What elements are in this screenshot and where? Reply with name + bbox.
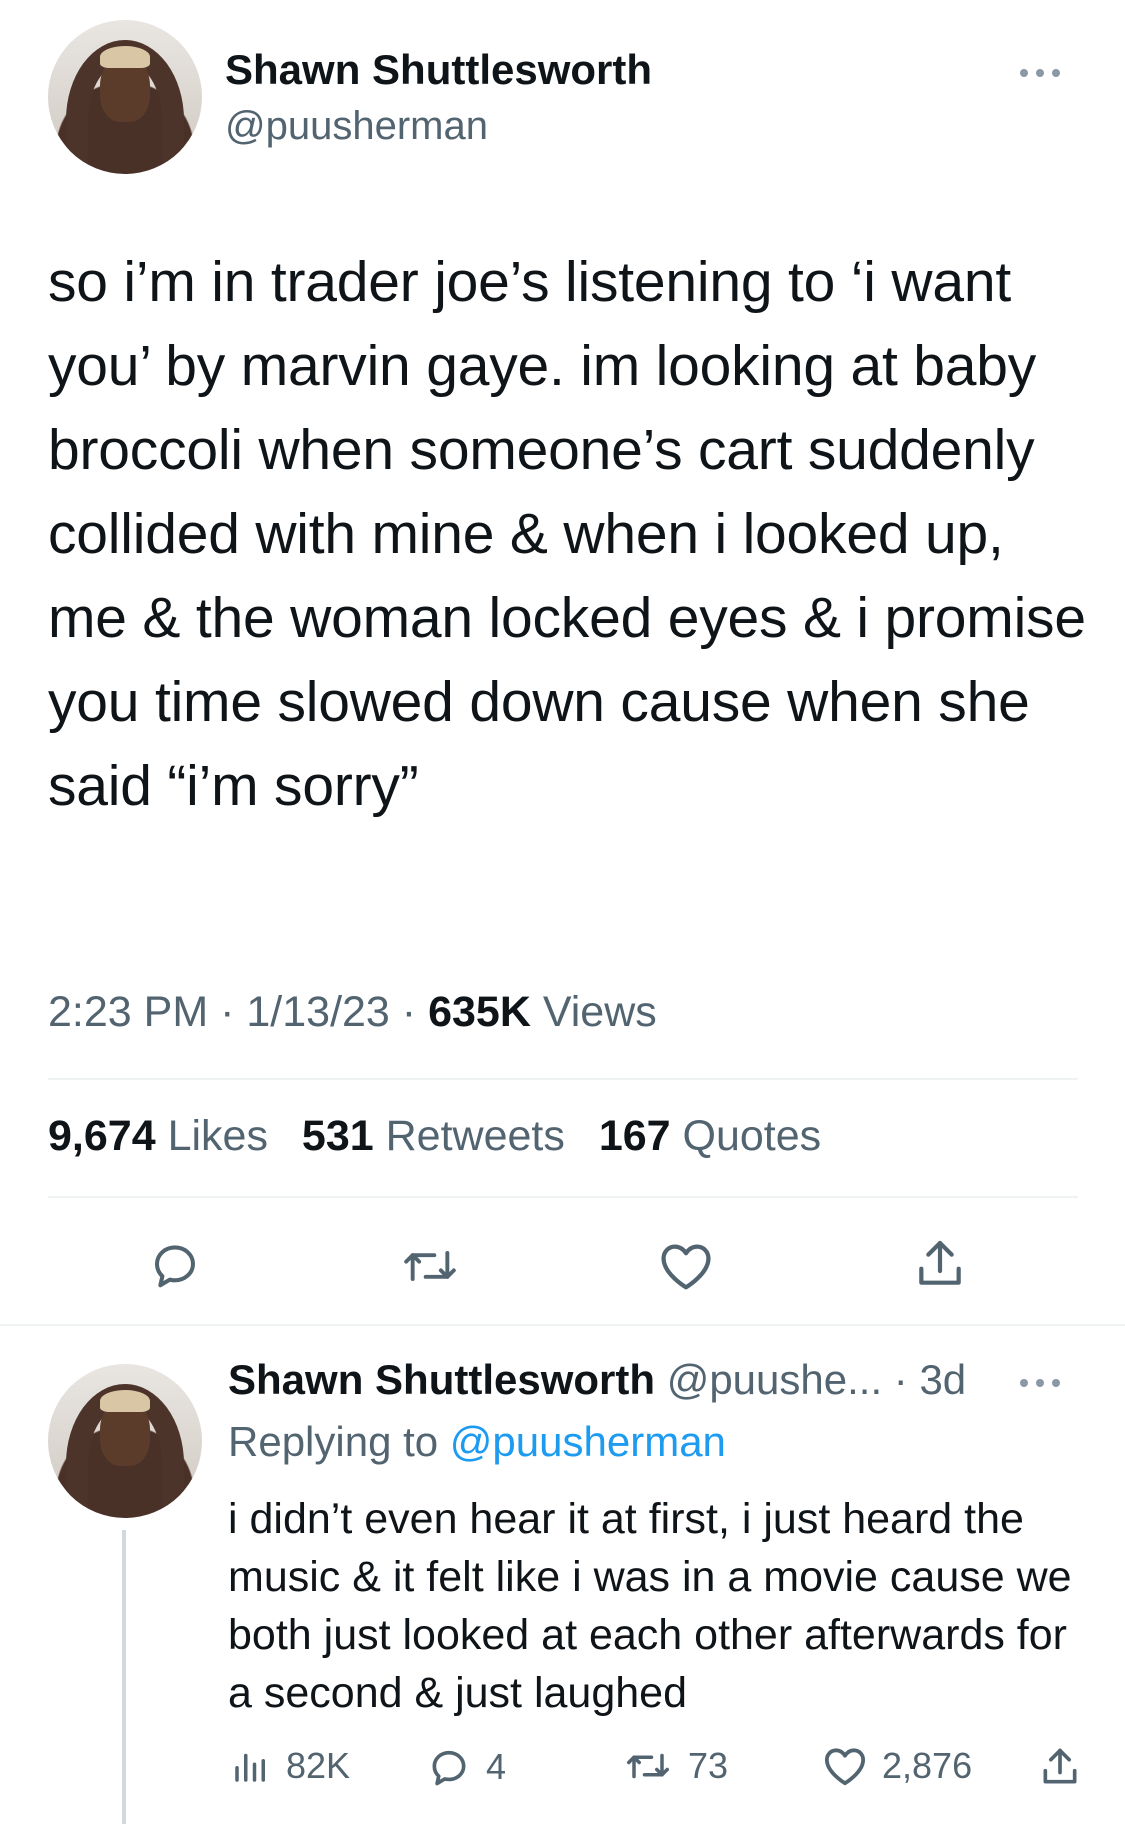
share-icon <box>1043 1748 1077 1784</box>
reply-retweet-button[interactable]: 73 <box>622 1745 728 1787</box>
meta-separator: · <box>401 988 429 1036</box>
tweet-date[interactable]: 1/13/23 <box>246 988 389 1036</box>
reply-separator: · <box>882 1356 920 1403</box>
retweet-icon <box>404 1251 456 1281</box>
thread-line <box>122 1530 126 1824</box>
share-icon <box>919 1240 961 1285</box>
reply-like-button[interactable]: 2,876 <box>822 1745 972 1787</box>
divider <box>48 1196 1078 1198</box>
tweet-time[interactable]: 2:23 PM <box>48 988 208 1036</box>
reply-likes-count: 2,876 <box>882 1745 973 1786</box>
author-handle[interactable]: @puusherman <box>225 104 488 149</box>
more-options-icon[interactable] <box>1018 66 1062 78</box>
views-chart-icon <box>235 1753 265 1782</box>
reply-views-count: 82K <box>286 1745 351 1786</box>
tweet-text: so i’m in trader joe’s listening to ‘i w… <box>48 250 1086 818</box>
reply-icon <box>154 1245 196 1288</box>
like-icon <box>661 1244 711 1290</box>
meta-separator: · <box>220 988 247 1036</box>
divider <box>0 1324 1125 1326</box>
reply-age[interactable]: 3d <box>919 1356 966 1403</box>
like-icon <box>824 1748 866 1786</box>
tweet-meta: 2:23 PM · 1/13/23 · 635K Views <box>48 988 657 1037</box>
divider <box>48 1078 1078 1080</box>
replying-to-label: Replying to <box>228 1418 439 1465</box>
reply-header: Shawn Shuttlesworth @puushe... · 3d <box>228 1356 966 1404</box>
retweet-icon <box>627 1753 669 1779</box>
likes-stat[interactable]: 9,674 Likes <box>48 1112 268 1160</box>
tweet-stats: 9,674 Likes 531 Retweets 167 Quotes <box>48 1112 821 1161</box>
retweets-label: Retweets <box>385 1112 565 1160</box>
views-count: 635K <box>428 988 531 1036</box>
retweets-stat[interactable]: 531 Retweets <box>302 1112 565 1160</box>
quotes-label: Quotes <box>682 1112 822 1160</box>
reply-author-handle[interactable]: @puushe... <box>667 1356 882 1403</box>
reply-views-button[interactable]: 82K <box>230 1745 350 1787</box>
reply-share-button[interactable] <box>1038 1745 1082 1789</box>
replying-to-handle[interactable]: @puusherman <box>450 1418 726 1465</box>
reply-icon <box>432 1750 466 1786</box>
replying-to: Replying to @puusherman <box>228 1418 726 1466</box>
author-name[interactable]: Shawn Shuttlesworth <box>225 46 652 94</box>
reply-button[interactable] <box>145 1238 205 1292</box>
reply-replies-count: 4 <box>486 1746 507 1787</box>
reply-author-name[interactable]: Shawn Shuttlesworth <box>228 1356 655 1403</box>
views-label: Views <box>542 988 657 1036</box>
retweets-count: 531 <box>301 1112 374 1160</box>
likes-count: 9,674 <box>48 1112 156 1160</box>
author-avatar[interactable] <box>48 20 202 174</box>
reply-retweets-count: 73 <box>688 1745 729 1786</box>
share-button[interactable] <box>912 1236 968 1292</box>
quotes-count: 167 <box>598 1112 671 1160</box>
reply-author-avatar[interactable] <box>48 1364 202 1518</box>
reply-reply-button[interactable]: 4 <box>426 1745 506 1789</box>
reply-more-options-icon[interactable] <box>1018 1376 1062 1388</box>
quotes-stat[interactable]: 167 Quotes <box>599 1112 821 1160</box>
retweet-button[interactable] <box>397 1240 463 1292</box>
like-button[interactable] <box>657 1240 715 1292</box>
reply-text: i didn’t even hear it at first, i just h… <box>228 1495 1072 1717</box>
likes-label: Likes <box>167 1112 268 1160</box>
